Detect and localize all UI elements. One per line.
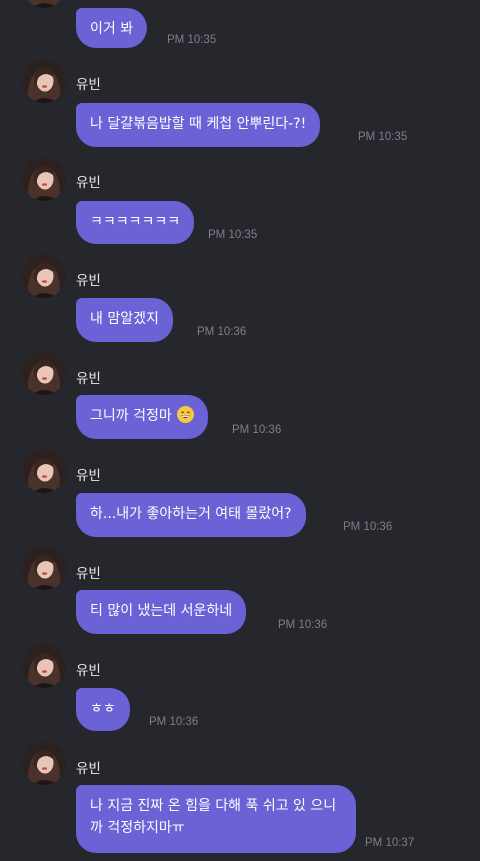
message-bubble[interactable]: 그니까 걱정마: [76, 395, 209, 439]
avatar[interactable]: [22, 59, 66, 103]
portrait-image: [22, 351, 66, 395]
message-bubble[interactable]: 나 지금 진짜 온 힘을 다해 푹 쉬고 있 으니까 걱정하지마ㅠ: [76, 785, 356, 853]
message-bubble[interactable]: 내 맘알겠지: [76, 298, 173, 342]
avatar[interactable]: [22, 546, 66, 590]
message-bubble[interactable]: 티 많이 냈는데 서운하네: [76, 590, 247, 634]
avatar[interactable]: [22, 351, 66, 395]
message-time: PM 10:36: [197, 326, 247, 338]
message-text: 이거 봐: [90, 21, 134, 37]
message-bubble[interactable]: ㅎㅎ: [76, 688, 130, 731]
message-time: PM 10:36: [149, 716, 199, 728]
message-time: PM 10:35: [358, 131, 408, 143]
avatar[interactable]: [22, 449, 66, 493]
message-time: PM 10:36: [343, 521, 393, 533]
message-time: PM 10:35: [208, 229, 258, 241]
sender-name: 유빈: [76, 273, 101, 289]
portrait-image: [22, 546, 66, 590]
message-time: PM 10:37: [365, 837, 415, 849]
portrait-image: [22, 741, 66, 785]
avatar[interactable]: [22, 254, 66, 298]
sender-name: 유빈: [76, 468, 101, 484]
message-time: PM 10:36: [232, 424, 282, 436]
sender-name: 유빈: [76, 371, 101, 387]
sender-name: 유빈: [76, 77, 101, 93]
sender-name: 유빈: [76, 663, 101, 679]
message-text: 나 지금 진짜 온 힘을 다해 푹 쉬고 있 으니까 걱정하지마ㅠ: [90, 798, 337, 836]
portrait-image: [22, 0, 66, 8]
message-text: 나 달걀볶음밥할 때 케첩 안뿌린다-?!: [90, 116, 307, 132]
portrait-image: [22, 449, 66, 493]
message-bubble[interactable]: 하...내가 좋아하는거 여태 몰랐어?: [76, 493, 306, 537]
grinning-face-icon: [177, 406, 195, 423]
message-bubble[interactable]: 이거 봐: [76, 8, 148, 48]
message-bubble[interactable]: 나 달걀볶음밥할 때 케첩 안뿌린다-?!: [76, 103, 321, 147]
avatar[interactable]: [22, 0, 66, 8]
message-text: 티 많이 냈는데 서운하네: [90, 603, 233, 619]
sender-name: 유빈: [76, 175, 101, 191]
portrait-image: [22, 644, 66, 688]
message-text: ㅎㅎ: [90, 701, 116, 717]
portrait-image: [22, 59, 66, 103]
avatar[interactable]: [22, 157, 66, 201]
avatar[interactable]: [22, 741, 66, 785]
message-time: PM 10:36: [278, 619, 328, 631]
portrait-image: [22, 254, 66, 298]
sender-name: 유빈: [76, 566, 101, 582]
sender-name: 유빈: [76, 761, 101, 777]
message-text: 하...내가 좋아하는거 여태 몰랐어?: [90, 506, 292, 522]
avatar[interactable]: [22, 644, 66, 688]
message-text: ㅋㅋㅋㅋㅋㅋㅋ: [90, 214, 181, 230]
message-text: 내 맘알겠지: [90, 311, 159, 327]
portrait-image: [22, 157, 66, 201]
message-time: PM 10:35: [167, 34, 217, 46]
message-text: 그니까 걱정마: [90, 408, 172, 424]
chat-thread: 이거 봐 PM 10:35 유빈 나 달걀볶음밥할 때 케첩 안뿌린다-?! P…: [0, 0, 480, 861]
message-bubble[interactable]: ㅋㅋㅋㅋㅋㅋㅋ: [76, 201, 195, 244]
